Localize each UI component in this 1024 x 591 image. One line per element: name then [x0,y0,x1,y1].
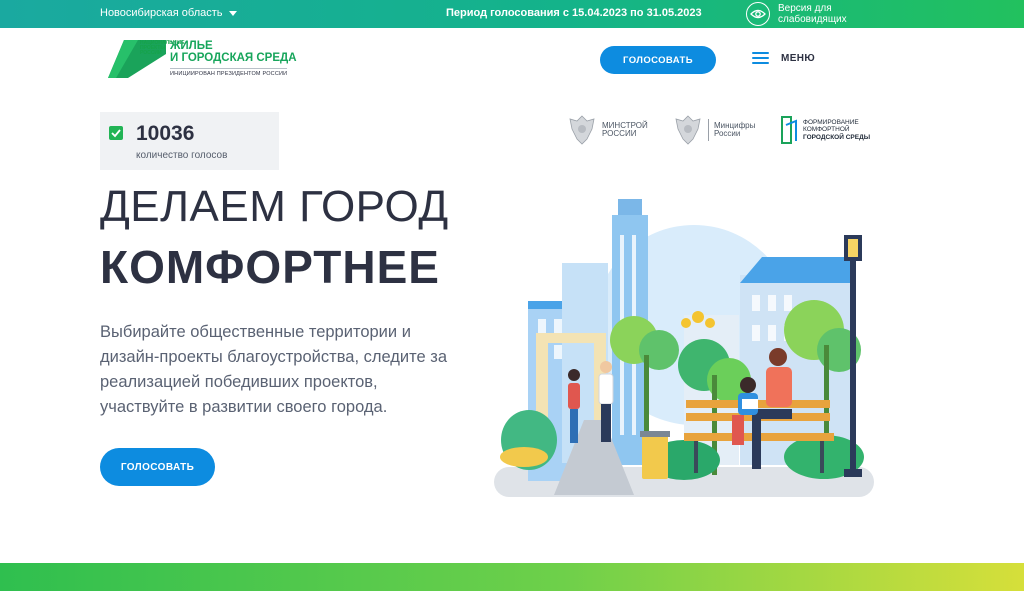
voting-period: Период голосования с 15.04.2023 по 31.05… [446,7,702,19]
city-park-illustration [494,199,874,497]
partner-mintsifry[interactable]: Минцифры России [673,113,755,147]
vote-button-hero[interactable]: ГОЛОСОВАТЬ [100,448,215,486]
vote-counter: 10036 количество голосов [100,112,279,170]
logo-title: ЖИЛЬЕ И ГОРОДСКАЯ СРЕДА [170,40,297,64]
bottom-gradient-bar [0,563,1024,591]
partner-comfortable-environment[interactable]: ФОРМИРОВАНИЕ КОМФОРТНОЙ ГОРОДСКОЙ СРЕДЫ [780,113,870,147]
logo-subtitle: ИНИЦИИРОВАН ПРЕЗИДЕНТОМ РОССИИ [170,68,288,77]
hamburger-icon [752,52,769,64]
hero-description: Выбирайте общественные территории и диза… [100,323,448,416]
comfortable-environment-logo-icon [781,116,797,144]
partner-minstroy[interactable]: МИНСТРОЙ РОССИИ [567,113,648,147]
logo-small-text: НАЦИОНАЛЬНЫЕ ПРОЕКТЫ РОССИИ [140,40,185,56]
hero-title-line1: ДЕЛАЕМ ГОРОД [100,182,449,231]
chevron-down-icon [228,11,237,16]
top-bar: Новосибирская область Период голосования… [0,0,1024,28]
vote-button-header[interactable]: ГОЛОСОВАТЬ [600,46,716,74]
menu-label: МЕНЮ [781,52,816,64]
menu-button[interactable]: МЕНЮ [752,52,815,64]
accessibility-label: Версия для слабовидящих [778,3,847,25]
vote-count: 10036 [136,122,195,145]
hero-title-line2: КОМФОРТНЕЕ [100,241,440,293]
checkmark-icon [109,126,123,140]
site-logo[interactable]: НАЦИОНАЛЬНЫЕ ПРОЕКТЫ РОССИИ ЖИЛЬЕ И ГОРО… [108,40,297,80]
vote-count-label: количество голосов [136,150,228,161]
coat-of-arms-icon [569,115,595,145]
region-selector[interactable]: Новосибирская область [100,7,237,19]
eye-icon [746,2,770,26]
region-label: Новосибирская область [100,7,223,19]
coat-of-arms-icon [675,115,701,145]
accessibility-version-link[interactable]: Версия для слабовидящих [746,0,847,28]
